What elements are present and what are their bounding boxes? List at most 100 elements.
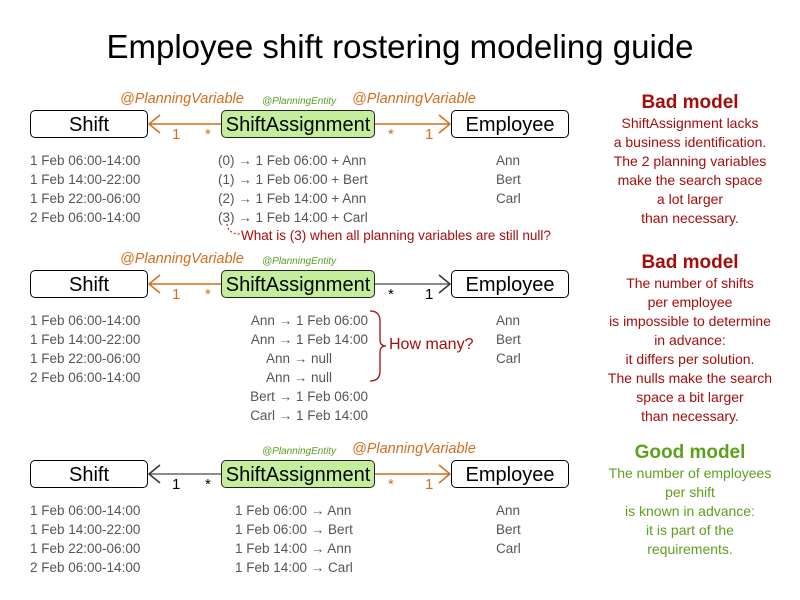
employee-list: Ann Bert Carl — [496, 151, 521, 208]
assignment-item: Ann → null — [265, 351, 333, 366]
multiplicity-many: * — [205, 126, 211, 143]
multiplicity-one: 1 — [425, 476, 434, 493]
verdict-heading: Bad model — [641, 92, 739, 113]
multiplicity-many: * — [205, 286, 211, 303]
shift-item: 1 Feb 22:00-06:00 — [30, 351, 141, 366]
verdict-line: than necessary. — [641, 408, 739, 424]
shift-list: 1 Feb 06:00-14:00 1 Feb 14:00-22:00 1 Fe… — [30, 501, 140, 577]
employee-item: Bert — [496, 172, 521, 187]
assignment-list: Ann → 1 Feb 06:00 Ann → 1 Feb 14:00 Ann … — [200, 311, 368, 425]
employee-list: Ann Bert Carl — [496, 311, 521, 368]
verdict-line: The number of employees — [608, 465, 772, 481]
shift-assignment-class-box: ShiftAssignment — [221, 270, 375, 298]
multiplicity-many: * — [388, 476, 394, 493]
assignment-item: (1) → 1 Feb 06:00 + Bert — [218, 172, 368, 187]
shift-item: 1 Feb 14:00-22:00 — [30, 332, 141, 347]
employee-class-box: Employee — [451, 460, 569, 488]
planning-variable-label-shift: @PlanningVariable — [120, 91, 244, 107]
verdict-heading: Bad model — [641, 252, 739, 273]
multiplicity-one: 1 — [425, 286, 434, 303]
multiplicity-one: 1 — [172, 126, 181, 143]
shift-item: 1 Feb 06:00-14:00 — [30, 153, 141, 168]
verdict-line: space a bit larger — [636, 389, 744, 405]
verdict-line: per shift — [665, 484, 715, 500]
multiplicity-many: * — [388, 286, 394, 303]
employee-item: Carl — [496, 351, 521, 366]
shift-list: 1 Feb 06:00-14:00 1 Feb 14:00-22:00 1 Fe… — [30, 311, 140, 387]
employee-item: Carl — [496, 541, 521, 556]
assignment-item: 1 Feb 06:00 → Ann — [235, 503, 352, 518]
planning-entity-label: @PlanningEntity — [262, 256, 337, 267]
employee-class-box: Employee — [451, 270, 569, 298]
employee-item: Bert — [496, 522, 521, 537]
multiplicity-many: * — [205, 476, 211, 493]
verdict-line: a lot larger — [656, 191, 724, 207]
verdict-line: make the search space — [617, 172, 763, 188]
employee-class-box: Employee — [451, 110, 569, 138]
multiplicity-many: * — [388, 126, 394, 143]
assignment-item: Ann → null — [265, 370, 333, 385]
page-title: Employee shift rostering modeling guide — [106, 28, 694, 65]
shift-assignment-class-box: ShiftAssignment — [221, 460, 375, 488]
verdict-line: it is part of the — [646, 522, 734, 538]
brace-label: How many? — [389, 336, 474, 353]
shift-item: 1 Feb 06:00-14:00 — [30, 313, 141, 328]
assignment-item: Ann → 1 Feb 06:00 — [250, 313, 368, 328]
employee-item: Ann — [496, 503, 521, 518]
shift-list: 1 Feb 06:00-14:00 1 Feb 14:00-22:00 1 Fe… — [30, 151, 140, 227]
multiplicity-one: 1 — [172, 476, 181, 493]
assignment-item: (3) → 1 Feb 14:00 + Carl — [218, 210, 368, 225]
assignment-item: 1 Feb 14:00 → Carl — [235, 560, 353, 575]
shift-item: 2 Feb 06:00-14:00 — [30, 210, 141, 225]
verdict-line: The 2 planning variables — [613, 153, 767, 169]
assignment-item: Carl → 1 Feb 14:00 — [250, 408, 368, 423]
verdict-line: The nulls make the search — [607, 370, 773, 386]
verdict-line: is known in advance: — [625, 503, 755, 519]
model-verdict-note: Good model The number of employees per s… — [585, 442, 795, 559]
brace — [369, 310, 387, 382]
shift-item: 1 Feb 06:00-14:00 — [30, 503, 141, 518]
arrowhead-to-shift — [147, 114, 161, 134]
shift-class-box: Shift — [30, 110, 148, 138]
planning-variable-label-employee: @PlanningVariable — [352, 441, 476, 457]
arrowhead-to-employee — [438, 114, 452, 134]
assignment-item: (2) → 1 Feb 14:00 + Ann — [218, 191, 367, 206]
verdict-line: The number of shifts — [626, 275, 754, 291]
employee-item: Ann — [496, 313, 521, 328]
assignment-item: Bert → 1 Feb 06:00 — [250, 389, 368, 404]
assignment-item: Ann → 1 Feb 14:00 — [250, 332, 368, 347]
multiplicity-one: 1 — [425, 126, 434, 143]
assignment-list: 1 Feb 06:00 → Ann 1 Feb 06:00 → Bert 1 F… — [235, 501, 353, 577]
employee-item: Carl — [496, 191, 521, 206]
planning-entity-label: @PlanningEntity — [262, 96, 337, 107]
verdict-line: it differs per solution. — [625, 351, 755, 367]
model-verdict-note: Bad model The number of shifts per emplo… — [585, 252, 795, 426]
shift-assignment-class-box: ShiftAssignment — [221, 110, 375, 138]
shift-class-box: Shift — [30, 270, 148, 298]
arrowhead-to-employee — [438, 464, 452, 484]
verdict-line: in advance: — [654, 332, 726, 348]
shift-item: 2 Feb 06:00-14:00 — [30, 370, 141, 385]
arrowhead-to-shift — [147, 274, 161, 294]
employee-item: Ann — [496, 153, 521, 168]
assignment-item: 1 Feb 06:00 → Bert — [235, 522, 353, 537]
assignment-item: (0) → 1 Feb 06:00 + Ann — [218, 153, 367, 168]
employee-list: Ann Bert Carl — [496, 501, 521, 558]
verdict-line: a business identification. — [613, 134, 767, 150]
planning-entity-label: @PlanningEntity — [262, 446, 337, 457]
assignment-item: 1 Feb 14:00 → Ann — [235, 541, 352, 556]
arrowhead-to-shift — [147, 464, 161, 484]
verdict-heading: Good model — [634, 442, 746, 463]
model-verdict-note: Bad model ShiftAssignment lacks a busine… — [585, 92, 795, 228]
multiplicity-one: 1 — [172, 286, 181, 303]
arrowhead-to-employee — [438, 274, 452, 294]
assignment-list: (0) → 1 Feb 06:00 + Ann (1) → 1 Feb 06:0… — [218, 151, 368, 227]
planning-variable-label-shift: @PlanningVariable — [120, 251, 244, 267]
verdict-line: requirements. — [647, 541, 733, 557]
callout-question: What is (3) when all planning variables … — [241, 228, 551, 243]
shift-item: 1 Feb 14:00-22:00 — [30, 172, 141, 187]
shift-item: 1 Feb 22:00-06:00 — [30, 541, 141, 556]
verdict-line: is impossible to determine — [609, 313, 771, 329]
shift-class-box: Shift — [30, 460, 148, 488]
verdict-line: per employee — [647, 294, 733, 310]
